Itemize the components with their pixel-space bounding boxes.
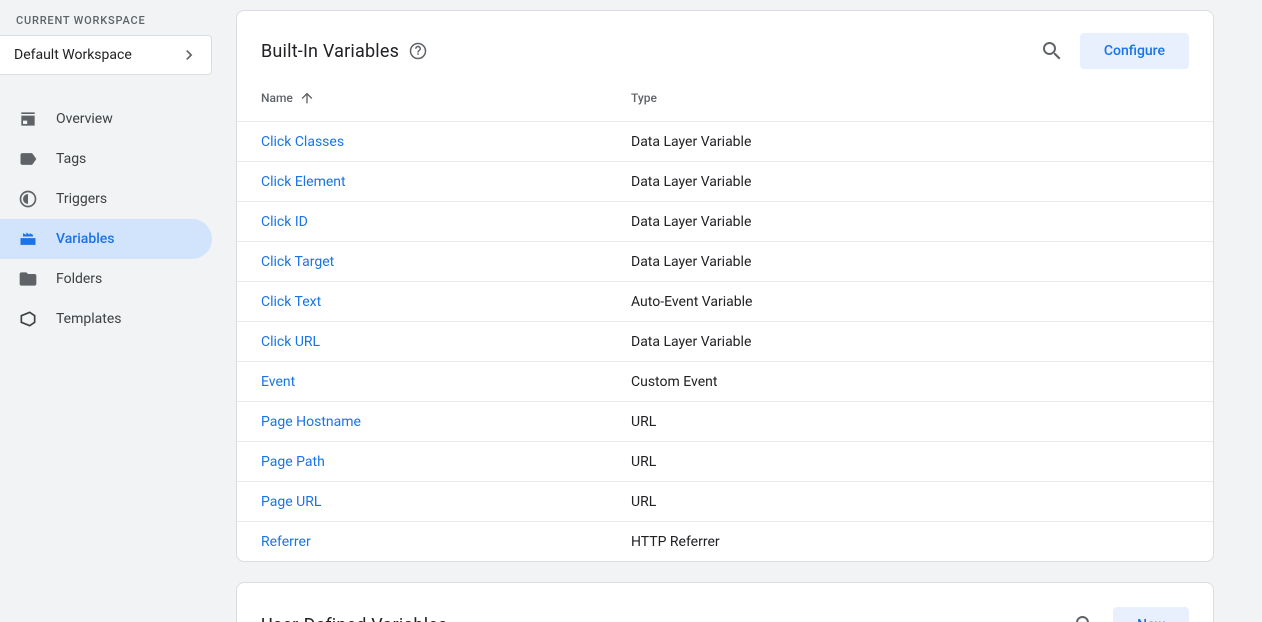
sidebar-item-label: Variables bbox=[56, 231, 114, 247]
variable-type: Custom Event bbox=[631, 374, 1189, 390]
sidebar: CURRENT WORKSPACE Default Workspace Over… bbox=[0, 0, 236, 622]
variables-icon bbox=[16, 227, 40, 251]
builtin-table-head: Name Type bbox=[237, 75, 1213, 121]
sidebar-item-triggers[interactable]: Triggers bbox=[0, 179, 212, 219]
sidebar-item-variables[interactable]: Variables bbox=[0, 219, 212, 259]
variable-type: Data Layer Variable bbox=[631, 254, 1189, 270]
sidebar-item-folders[interactable]: Folders bbox=[0, 259, 212, 299]
variable-name-link[interactable]: Page Path bbox=[261, 454, 631, 470]
table-row[interactable]: Click TargetData Layer Variable bbox=[237, 241, 1213, 281]
sidebar-item-overview[interactable]: Overview bbox=[0, 99, 212, 139]
builtin-table-body: Click ClassesData Layer VariableClick El… bbox=[237, 121, 1213, 561]
table-row[interactable]: Click ElementData Layer Variable bbox=[237, 161, 1213, 201]
main-content: Built-In Variables Configure Name bbox=[236, 0, 1262, 622]
table-row[interactable]: Page HostnameURL bbox=[237, 401, 1213, 441]
table-row[interactable]: Click TextAuto-Event Variable bbox=[237, 281, 1213, 321]
new-button[interactable]: New bbox=[1113, 607, 1189, 622]
sidebar-item-tags[interactable]: Tags bbox=[0, 139, 212, 179]
table-row[interactable]: EventCustom Event bbox=[237, 361, 1213, 401]
variable-name-link[interactable]: Page URL bbox=[261, 494, 631, 510]
templates-icon bbox=[16, 307, 40, 331]
variable-type: Auto-Event Variable bbox=[631, 294, 1189, 310]
arrow-up-icon bbox=[299, 90, 315, 106]
column-header-name[interactable]: Name bbox=[261, 90, 631, 106]
workspace-selector[interactable]: Default Workspace bbox=[0, 35, 212, 75]
table-row[interactable]: Page URLURL bbox=[237, 481, 1213, 521]
table-row[interactable]: Click URLData Layer Variable bbox=[237, 321, 1213, 361]
variable-type: Data Layer Variable bbox=[631, 134, 1189, 150]
sidebar-item-label: Overview bbox=[56, 111, 113, 127]
table-row[interactable]: ReferrerHTTP Referrer bbox=[237, 521, 1213, 561]
variable-name-link[interactable]: Click Text bbox=[261, 294, 631, 310]
variable-type: HTTP Referrer bbox=[631, 534, 1189, 550]
variable-type: Data Layer Variable bbox=[631, 214, 1189, 230]
variable-name-link[interactable]: Click URL bbox=[261, 334, 631, 350]
overview-icon bbox=[16, 107, 40, 131]
variable-type: Data Layer Variable bbox=[631, 174, 1189, 190]
search-user-button[interactable] bbox=[1065, 605, 1105, 622]
tags-icon bbox=[16, 147, 40, 171]
table-row[interactable]: Click ClassesData Layer Variable bbox=[237, 121, 1213, 161]
variable-name-link[interactable]: Click Element bbox=[261, 174, 631, 190]
triggers-icon bbox=[16, 187, 40, 211]
table-row[interactable]: Page PathURL bbox=[237, 441, 1213, 481]
variable-name-link[interactable]: Referrer bbox=[261, 534, 631, 550]
variable-name-link[interactable]: Event bbox=[261, 374, 631, 390]
column-header-type[interactable]: Type bbox=[631, 91, 1189, 105]
variable-name-link[interactable]: Click Target bbox=[261, 254, 631, 270]
sidebar-item-label: Folders bbox=[56, 271, 102, 287]
search-builtin-button[interactable] bbox=[1032, 31, 1072, 71]
sidebar-item-label: Triggers bbox=[56, 191, 107, 207]
variable-name-link[interactable]: Page Hostname bbox=[261, 414, 631, 430]
variable-type: URL bbox=[631, 454, 1189, 470]
user-panel-header: User-Defined Variables New bbox=[237, 583, 1213, 622]
workspace-section-label: CURRENT WORKSPACE bbox=[0, 6, 236, 35]
configure-button[interactable]: Configure bbox=[1080, 33, 1189, 69]
builtin-variables-panel: Built-In Variables Configure Name bbox=[236, 10, 1214, 562]
help-icon[interactable] bbox=[409, 42, 427, 60]
variable-name-link[interactable]: Click Classes bbox=[261, 134, 631, 150]
variable-type: URL bbox=[631, 494, 1189, 510]
builtin-panel-title: Built-In Variables bbox=[261, 41, 399, 62]
user-variables-panel: User-Defined Variables New bbox=[236, 582, 1214, 622]
variable-name-link[interactable]: Click ID bbox=[261, 214, 631, 230]
table-row[interactable]: Click IDData Layer Variable bbox=[237, 201, 1213, 241]
search-icon bbox=[1073, 613, 1097, 622]
user-panel-title: User-Defined Variables bbox=[261, 615, 448, 622]
sidebar-item-label: Tags bbox=[56, 151, 86, 167]
folders-icon bbox=[16, 267, 40, 291]
builtin-panel-header: Built-In Variables Configure bbox=[237, 11, 1213, 75]
sidebar-item-templates[interactable]: Templates bbox=[0, 299, 212, 339]
variable-type: URL bbox=[631, 414, 1189, 430]
nav-list: Overview Tags Triggers Variables Folders Temp… bbox=[0, 99, 236, 339]
search-icon bbox=[1040, 39, 1064, 63]
workspace-name: Default Workspace bbox=[14, 47, 132, 63]
variable-type: Data Layer Variable bbox=[631, 334, 1189, 350]
builtin-table: Name Type Click ClassesData Layer Variab… bbox=[237, 75, 1213, 561]
sidebar-item-label: Templates bbox=[56, 311, 122, 327]
chevron-right-icon bbox=[179, 45, 199, 65]
